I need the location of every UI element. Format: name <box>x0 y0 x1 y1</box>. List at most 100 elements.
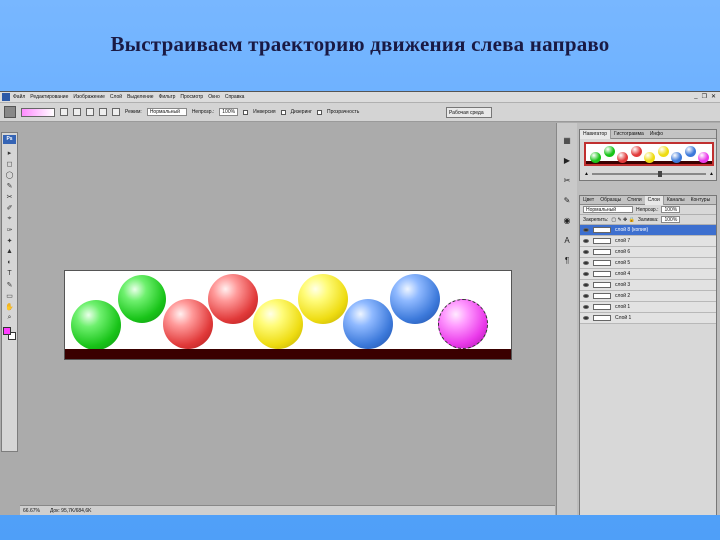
zoom-slider-handle[interactable] <box>658 171 663 177</box>
layer-list: слой 8 (копия) слой 7 слой 6 слой 5 слой 4 сл… <box>580 225 716 324</box>
visibility-eye-icon[interactable] <box>583 261 589 265</box>
tab-paths[interactable]: Контуры <box>688 197 714 203</box>
menu-help[interactable]: Справка <box>225 94 245 100</box>
marquee-tool-icon[interactable]: ◻ <box>4 159 15 168</box>
layer-name: слой 8 (копия) <box>615 227 649 233</box>
magic-wand-tool-icon[interactable]: ✎ <box>4 181 15 190</box>
type-tool-icon[interactable]: T <box>4 269 15 278</box>
layer-row[interactable]: слой 3 <box>580 280 716 291</box>
brushes-icon[interactable]: ✎ <box>562 196 572 206</box>
dodge-tool-icon[interactable]: ◐ <box>4 258 15 267</box>
navigator-thumbnail[interactable] <box>584 142 714 166</box>
visibility-eye-icon[interactable] <box>583 272 589 276</box>
diamond-gradient-icon[interactable] <box>112 108 120 116</box>
minimize-icon[interactable]: _ <box>694 93 697 100</box>
gradient-tool-preset-icon[interactable] <box>4 106 16 118</box>
inverse-checkbox[interactable] <box>243 109 249 115</box>
radial-gradient-icon[interactable] <box>73 108 81 116</box>
zoom-out-icon[interactable]: ▲ <box>584 171 589 177</box>
hand-tool-icon[interactable]: ✋ <box>4 302 15 311</box>
history-icon[interactable]: ▦ <box>562 136 572 146</box>
zoom-in-icon[interactable]: ▲ <box>709 171 714 177</box>
visibility-eye-icon[interactable] <box>583 250 589 254</box>
crop-tool-icon[interactable]: ✂ <box>4 192 15 201</box>
visibility-eye-icon[interactable] <box>583 228 589 232</box>
paragraph-icon[interactable]: ¶ <box>562 256 572 266</box>
menu-view[interactable]: Просмотр <box>180 94 203 100</box>
layer-row[interactable]: слой 8 (копия) <box>580 225 716 236</box>
menu-select[interactable]: Выделение <box>127 94 154 100</box>
visibility-eye-icon[interactable] <box>583 294 589 298</box>
tab-navigator[interactable]: Навигатор <box>580 129 612 139</box>
tab-styles[interactable]: Стили <box>624 197 644 203</box>
reflected-gradient-icon[interactable] <box>99 108 107 116</box>
layer-row[interactable]: слой 5 <box>580 258 716 269</box>
gradient-picker[interactable] <box>21 107 55 117</box>
zoom-level[interactable]: 66.67% <box>23 508 40 514</box>
tab-layers[interactable]: Слои <box>644 195 664 205</box>
visibility-eye-icon[interactable] <box>583 283 589 287</box>
tool-presets-icon[interactable]: ✂ <box>562 176 572 186</box>
navigator-ball <box>603 146 615 157</box>
tab-color[interactable]: Цвет <box>580 197 597 203</box>
clone-source-icon[interactable]: ◉ <box>562 216 572 226</box>
layer-row[interactable]: слой 2 <box>580 291 716 302</box>
layer-row[interactable]: слой 1 <box>580 302 716 313</box>
zoom-slider[interactable] <box>591 171 707 177</box>
menu-file[interactable]: Файл <box>13 94 25 100</box>
layer-row[interactable]: слой 6 <box>580 247 716 258</box>
tab-channels[interactable]: Каналы <box>664 197 688 203</box>
layer-thumbnail <box>593 282 611 288</box>
blend-mode-select[interactable]: Нормальный <box>583 206 633 213</box>
visibility-eye-icon[interactable] <box>583 239 589 243</box>
angle-gradient-icon[interactable] <box>86 108 94 116</box>
navigator-ball <box>684 146 696 157</box>
character-icon[interactable]: A <box>562 236 572 246</box>
slice-tool-icon[interactable]: ✐ <box>4 203 15 212</box>
opacity-input[interactable]: 100% <box>219 108 239 116</box>
layer-name: слой 3 <box>615 282 631 288</box>
navigator-ball <box>671 152 682 163</box>
tab-histogram[interactable]: Гистограмма <box>611 131 647 137</box>
layer-row[interactable]: слой 7 <box>580 236 716 247</box>
fill-input[interactable]: 100% <box>661 216 681 223</box>
menu-filter[interactable]: Фильтр <box>159 94 176 100</box>
layer-row[interactable]: Слой 1 <box>580 313 716 324</box>
gradient-tool-icon[interactable]: ▲ <box>4 247 15 256</box>
visibility-eye-icon[interactable] <box>583 316 589 320</box>
move-tool-icon[interactable]: ▸ <box>4 148 15 157</box>
toolbox: Ps ▸ ◻ ◯ ✎ ✂ ✐ ⌖ ✑ ✦ ▲ ◐ T ✎ ▭ ✋ ⌕ <box>1 132 18 452</box>
layer-thumbnail <box>593 260 611 266</box>
stamp-tool-icon[interactable]: ✦ <box>4 236 15 245</box>
tab-swatches[interactable]: Образцы <box>597 197 624 203</box>
brush-tool-icon[interactable]: ✑ <box>4 225 15 234</box>
layer-opacity-input[interactable]: 100% <box>661 206 681 213</box>
restore-icon[interactable]: ❐ <box>702 93 707 100</box>
lasso-tool-icon[interactable]: ◯ <box>4 170 15 179</box>
zoom-tool-icon[interactable]: ⌕ <box>4 313 15 322</box>
menu-window[interactable]: Окно <box>208 94 220 100</box>
close-icon[interactable]: ✕ <box>711 93 716 100</box>
linear-gradient-icon[interactable] <box>60 108 68 116</box>
transparency-checkbox[interactable] <box>316 109 322 115</box>
tab-info[interactable]: Инфо <box>647 131 666 137</box>
layers-panel: Цвет Образцы Стили Слои Каналы Контуры Н… <box>579 195 717 515</box>
workspace-button[interactable]: Рабочая среда <box>446 107 492 118</box>
visibility-eye-icon[interactable] <box>583 305 589 309</box>
pen-tool-icon[interactable]: ✎ <box>4 280 15 289</box>
menu-edit[interactable]: Редактирование <box>30 94 68 100</box>
lock-icon[interactable]: ▢ ✎ ✥ 🔒 <box>611 217 635 223</box>
menu-layer[interactable]: Слой <box>110 94 122 100</box>
magenta-ball-selected[interactable] <box>438 299 488 349</box>
actions-icon[interactable]: ▶ <box>562 156 572 166</box>
document-canvas[interactable] <box>64 270 512 360</box>
photoshop-logo-icon <box>2 93 10 101</box>
navigator-ball <box>644 152 655 163</box>
mode-select[interactable]: Нормальный <box>146 108 187 116</box>
foreground-color-swatch[interactable] <box>2 327 11 335</box>
menu-image[interactable]: Изображение <box>73 94 105 100</box>
dither-checkbox[interactable] <box>280 109 286 115</box>
shape-tool-icon[interactable]: ▭ <box>4 291 15 300</box>
layer-row[interactable]: слой 4 <box>580 269 716 280</box>
healing-tool-icon[interactable]: ⌖ <box>4 214 15 223</box>
